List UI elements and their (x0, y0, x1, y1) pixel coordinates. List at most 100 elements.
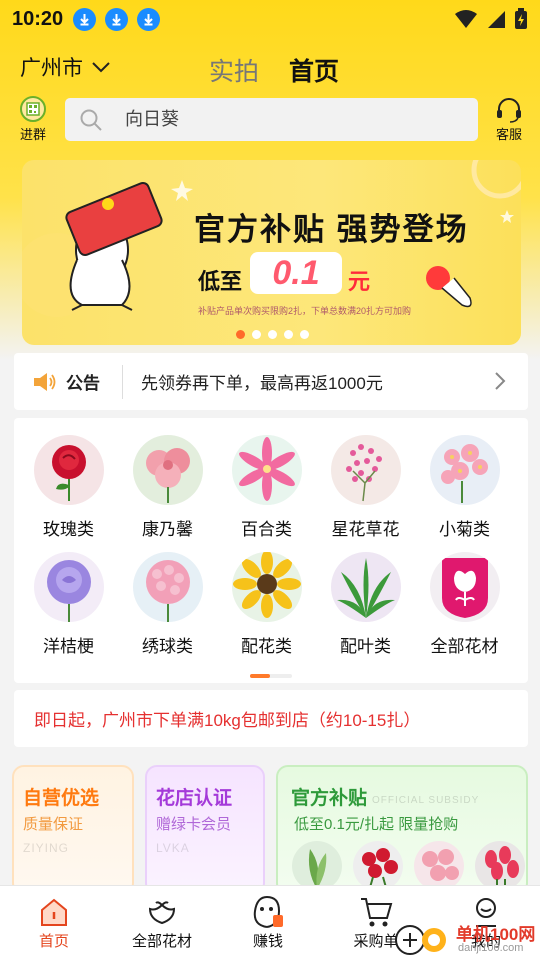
chevron-down-icon (92, 62, 110, 73)
category-item-all-flowers[interactable]: 全部花材 (415, 552, 514, 657)
speaker-icon (34, 372, 56, 391)
site-watermark: 单机100网 danji100.com (392, 920, 540, 960)
category-item-eustoma[interactable]: 洋桔梗 (19, 552, 118, 657)
hydrangea-icon (132, 552, 203, 622)
lily-icon (231, 435, 302, 505)
join-group-button[interactable]: 进群 (8, 96, 58, 143)
category-label: 康乃馨 (142, 520, 193, 539)
battery-icon (515, 8, 527, 29)
nav-label: 全部花材 (131, 933, 192, 950)
nav-all-flowers[interactable]: 全部花材 (112, 894, 212, 951)
promo-banner[interactable]: 官方补贴 强势登场 低至 0.1 元 补贴产品单次购买限购2扎，下单总数满20扎… (22, 160, 521, 345)
customer-service-button[interactable]: 客服 (484, 96, 534, 143)
category-item-hydrangea[interactable]: 绣球类 (118, 552, 217, 657)
search-row: 进群 客服 (0, 96, 540, 144)
card-shop-certification[interactable]: 花店认证 赠绿卡会员 LVKA (145, 765, 265, 895)
join-group-label: 进群 (19, 127, 46, 142)
category-item-leaves[interactable]: 配叶类 (316, 552, 415, 657)
search-bar[interactable] (65, 98, 478, 141)
card-title: 花店认证 (156, 788, 233, 809)
category-item-daisy[interactable]: 小菊类 (415, 435, 514, 540)
banner-unit: 元 (348, 269, 371, 294)
banner-title: 官方补贴 强势登场 (194, 212, 469, 247)
banner-price: 0.1 (272, 253, 320, 292)
banner-dot[interactable] (300, 330, 309, 339)
top-header: 广州市 实拍 首页 (0, 44, 540, 90)
search-input[interactable] (125, 109, 425, 130)
card-subtitle: 质量保证 (23, 816, 84, 833)
headset-icon (497, 98, 521, 123)
card-watermark: OFFICIAL SUBSIDY (372, 795, 480, 806)
card-self-operated[interactable]: 自营优选 质量保证 ZIYING (12, 765, 134, 895)
status-time: 10:20 (12, 7, 64, 30)
daisy-icon (429, 435, 500, 505)
notice-bar[interactable]: 公告 先领券再下单，最高再返1000元 (14, 353, 528, 410)
category-item-lily[interactable]: 百合类 (217, 435, 316, 540)
card-official-subsidy[interactable]: 官方补贴 OFFICIAL SUBSIDY 低至0.1元/扎起 限量抢购 (276, 765, 528, 895)
signal-icon (488, 11, 505, 28)
category-item-sunflower[interactable]: 配花类 (217, 552, 316, 657)
download-icon (73, 7, 97, 31)
product-thumb[interactable] (353, 841, 403, 891)
wifi-icon (455, 10, 477, 28)
banner-dot[interactable] (284, 330, 293, 339)
category-label: 星花草花 (331, 520, 400, 539)
money-icon (253, 895, 283, 928)
card-title: 自营优选 (23, 788, 100, 809)
nav-label: 首页 (38, 933, 69, 950)
home-icon (41, 898, 67, 926)
carnation-icon (132, 435, 203, 505)
all-flowers-icon (429, 552, 500, 622)
city-selector[interactable]: 广州市 (20, 52, 111, 82)
nav-home[interactable]: 首页 (4, 894, 104, 951)
card-subtitle: 低至0.1元/扎起 限量抢购 (294, 816, 459, 833)
qr-group-icon (20, 96, 46, 122)
shipping-promo[interactable]: 即日起，广州市下单满10kg包邮到店（约10-15扎） (14, 690, 528, 747)
banner-dot[interactable] (236, 330, 245, 339)
category-grid: 玫瑰类 康乃馨 百合类 星花草花 小菊类 洋桔梗 绣球类 配花类 配叶类 全部花… (14, 418, 528, 683)
category-item-carnation[interactable]: 康乃馨 (118, 435, 217, 540)
card-title: 官方补贴 (291, 788, 368, 809)
card-subtitle: 赠绿卡会员 (156, 816, 232, 833)
product-thumb[interactable] (414, 841, 464, 891)
leaves-icon (330, 552, 401, 622)
download-icon (105, 7, 129, 31)
category-label: 小菊类 (439, 520, 490, 539)
banner-pagination (236, 330, 309, 339)
nav-earn[interactable]: 赚钱 (218, 894, 318, 951)
category-label: 配花类 (241, 637, 292, 656)
card-watermark: ZIYING (23, 841, 70, 855)
notice-text: 先领券再下单，最高再返1000元 (141, 374, 383, 393)
category-pager (250, 674, 292, 678)
city-label: 广州市 (20, 57, 83, 80)
banner-note: 补贴产品单次购买限购2扎，下单总数满20扎方可加购 (198, 306, 412, 316)
nav-label: 赚钱 (252, 933, 283, 950)
tab-home[interactable]: 首页 (289, 52, 339, 88)
chevron-right-icon (495, 372, 506, 390)
category-item-rose[interactable]: 玫瑰类 (19, 435, 118, 540)
tab-shipai[interactable]: 实拍 (209, 52, 259, 88)
top-tabs: 实拍 首页 (209, 52, 339, 88)
rose-icon (33, 435, 104, 505)
banner-dot[interactable] (252, 330, 261, 339)
category-label: 百合类 (241, 520, 292, 539)
cart-icon (361, 898, 393, 927)
category-item-gypsophila[interactable]: 星花草花 (316, 435, 415, 540)
notice-label: 公告 (66, 374, 100, 393)
flower-icon (148, 901, 176, 925)
banner-price-box: 0.1 (250, 252, 342, 294)
sunflower-icon (231, 552, 302, 622)
search-icon (80, 109, 102, 131)
product-thumb[interactable] (292, 841, 342, 891)
gypsophila-icon (330, 435, 401, 505)
card-watermark: LVKA (156, 841, 190, 855)
download-icon (137, 7, 161, 31)
watermark-url: danji100.com (458, 942, 524, 954)
eustoma-icon (33, 552, 104, 622)
category-label: 玫瑰类 (43, 520, 94, 539)
category-label: 绣球类 (142, 637, 193, 656)
banner-dot[interactable] (268, 330, 277, 339)
product-thumb[interactable] (475, 841, 525, 891)
subsidy-flower-list (292, 841, 525, 891)
category-label: 配叶类 (340, 637, 391, 656)
